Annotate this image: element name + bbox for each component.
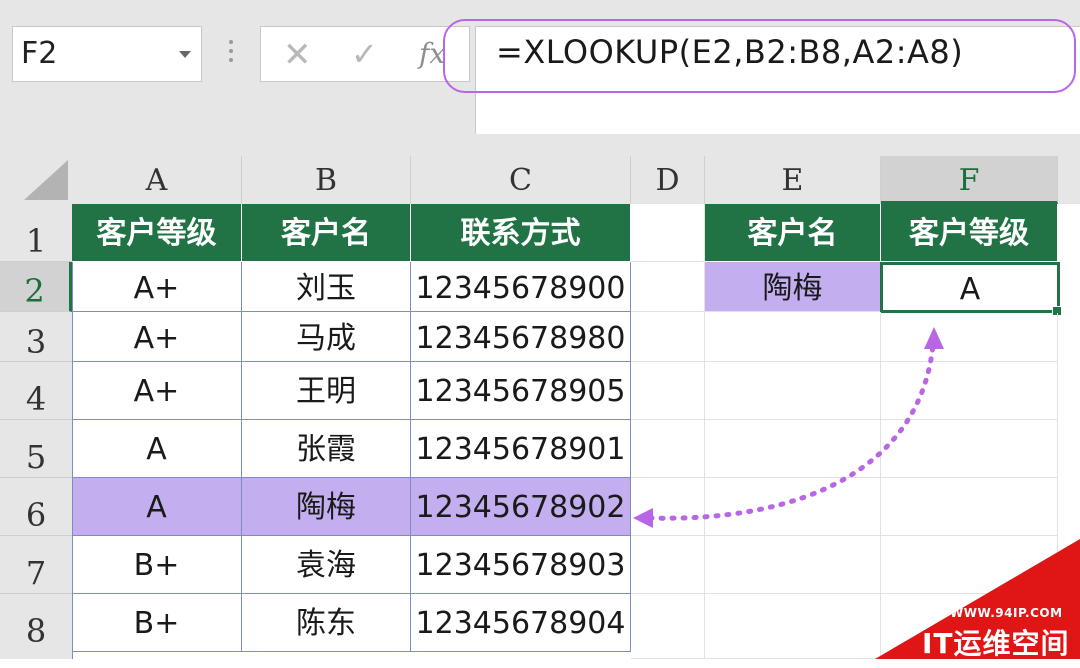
watermark-url: WWW.94IP.COM bbox=[950, 606, 1063, 620]
arrow-head-up-icon bbox=[924, 327, 944, 349]
lookup-arrow-curve bbox=[647, 342, 936, 521]
arrow-overlay bbox=[633, 327, 944, 528]
watermark-brand: IT运维空间 bbox=[922, 627, 1070, 660]
arrow-head-left-icon bbox=[633, 508, 653, 528]
